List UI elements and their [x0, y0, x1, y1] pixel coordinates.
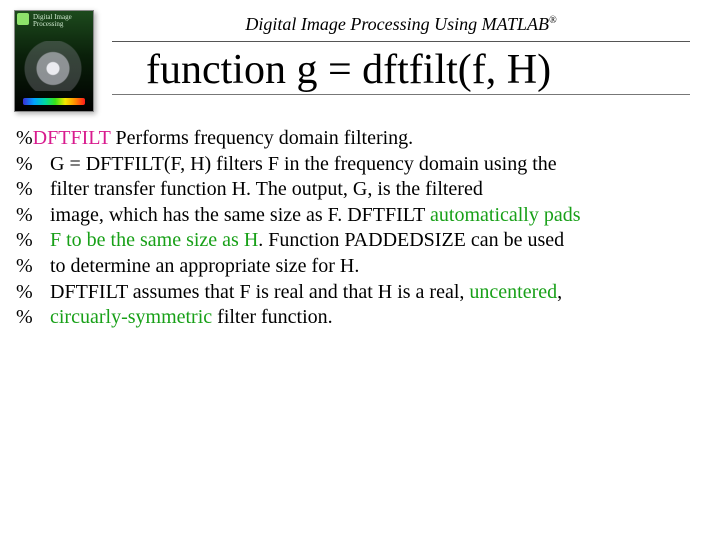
- percent-sign: %: [16, 127, 33, 149]
- text: . Function PADDEDSIZE can be used: [258, 229, 564, 251]
- book-cover-thumbnail: Digital Image Processing: [14, 10, 94, 112]
- header-row: Digital Image Processing Digital Image P…: [0, 0, 720, 112]
- text: DFTFILT assumes that F is real and that …: [50, 281, 469, 303]
- percent-sign: %: [16, 254, 50, 280]
- percent-sign: %: [16, 280, 50, 306]
- comment-line: %G = DFTFILT(F, H) filters F in the freq…: [16, 152, 700, 178]
- percent-sign: %: [16, 305, 50, 331]
- percent-sign: %: [16, 203, 50, 229]
- cover-line2: Processing: [33, 20, 63, 28]
- percent-sign: %: [16, 152, 50, 178]
- comment-line: %F to be the same size as H. Function PA…: [16, 228, 700, 254]
- highlight: F to be the same size as H: [50, 229, 258, 251]
- highlight: uncentered: [469, 281, 557, 303]
- comment-line: %filter transfer function H. The output,…: [16, 177, 700, 203]
- text: Performs frequency domain filtering.: [110, 127, 413, 149]
- keyword-dftfilt: DFTFILT: [33, 127, 111, 149]
- comment-line: %circuarly-symmetric filter function.: [16, 305, 700, 331]
- comment-line: %image, which has the same size as F. DF…: [16, 203, 700, 229]
- highlight: automatically pads: [430, 204, 581, 226]
- title-block: Digital Image Processing Using MATLAB® f…: [112, 10, 700, 95]
- subtitle-text: Digital Image Processing Using MATLAB: [245, 14, 549, 34]
- slide-title: function g = dftfilt(f, H): [112, 42, 690, 95]
- comment-line: %to determine an appropriate size for H.: [16, 254, 700, 280]
- percent-sign: %: [16, 228, 50, 254]
- code-comment-block: %DFTFILT Performs frequency domain filte…: [0, 112, 720, 331]
- comment-line: %DFTFILT Performs frequency domain filte…: [16, 126, 700, 152]
- text: G = DFTFILT(F, H) filters F in the frequ…: [50, 153, 557, 175]
- registered-mark: ®: [549, 15, 557, 26]
- percent-sign: %: [16, 177, 50, 203]
- text: filter transfer function H. The output, …: [50, 178, 483, 200]
- book-subtitle: Digital Image Processing Using MATLAB®: [112, 10, 690, 42]
- cover-art-icon: [21, 41, 85, 91]
- text: filter function.: [212, 306, 333, 328]
- comment-line: %DFTFILT assumes that F is real and that…: [16, 280, 700, 306]
- text: to determine an appropriate size for H.: [50, 255, 359, 277]
- text: ,: [557, 281, 562, 303]
- text: image, which has the same size as F. DFT…: [50, 204, 430, 226]
- highlight: circuarly-symmetric: [50, 306, 212, 328]
- cover-title: Digital Image Processing: [33, 14, 89, 29]
